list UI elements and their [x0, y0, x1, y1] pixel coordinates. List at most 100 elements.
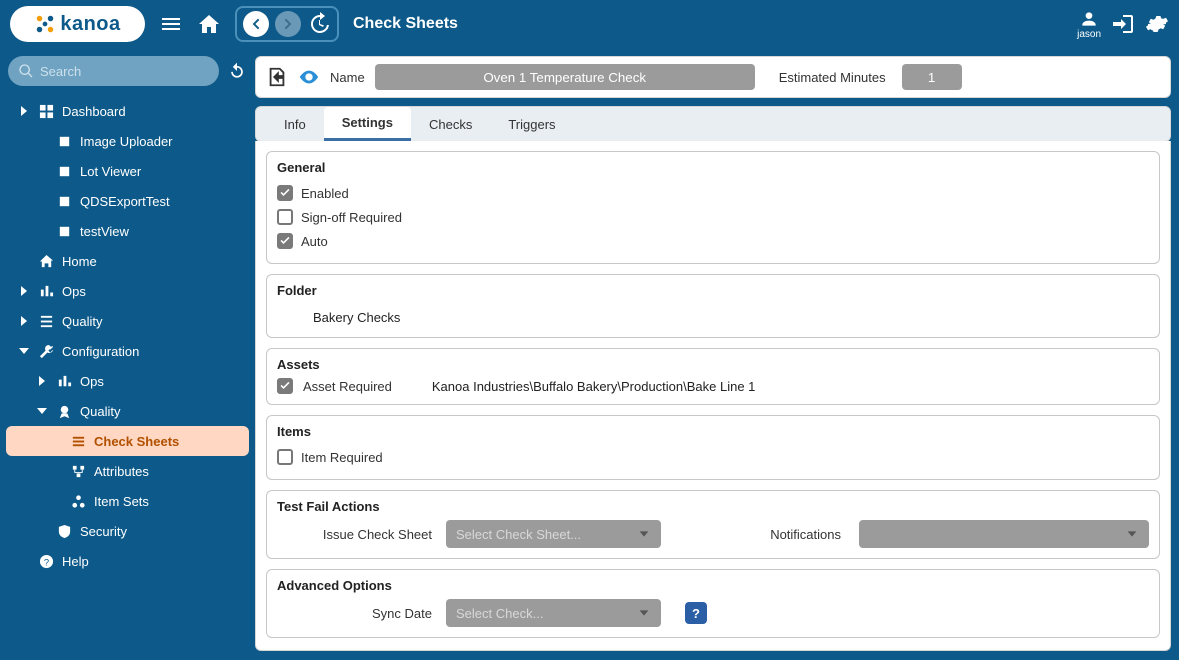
syncdate-label: Sync Date — [277, 606, 432, 621]
issue-label: Issue Check Sheet — [277, 527, 432, 542]
chevron-down-icon — [637, 606, 651, 620]
logo: kanoa — [10, 6, 145, 42]
notifications-select[interactable] — [859, 520, 1149, 548]
dashboard-icon — [38, 103, 54, 119]
attributes-icon — [70, 463, 86, 479]
refresh-icon[interactable] — [227, 61, 247, 81]
tools-icon — [38, 343, 54, 359]
chevron-down-icon — [637, 527, 651, 541]
square-icon — [56, 193, 72, 209]
checksheet-icon — [70, 433, 86, 449]
testfail-title: Test Fail Actions — [277, 499, 1149, 514]
item-required-label: Item Required — [301, 450, 383, 465]
notifications-label: Notifications — [770, 527, 845, 542]
svg-text:?: ? — [43, 557, 48, 567]
logo-text: kanoa — [60, 13, 120, 36]
general-title: General — [277, 160, 1149, 175]
tab-checks[interactable]: Checks — [411, 107, 490, 141]
home-icon[interactable] — [197, 12, 221, 36]
user-menu[interactable]: jason — [1077, 9, 1101, 40]
logo-icon — [34, 13, 56, 35]
issue-checksheet-select[interactable]: Select Check Sheet... — [446, 520, 661, 548]
folder-title: Folder — [277, 283, 1149, 298]
nav-history-group — [235, 6, 339, 42]
sidebar-item-ops[interactable]: Ops — [6, 276, 249, 306]
asset-path: Kanoa Industries\Buffalo Bakery\Producti… — [432, 379, 756, 394]
nav-forward-button[interactable] — [275, 11, 301, 37]
folder-card: Folder Bakery Checks — [266, 274, 1160, 338]
sidebar-item-conf-quality[interactable]: Quality — [6, 396, 249, 426]
syncdate-select[interactable]: Select Check... — [446, 599, 661, 627]
square-icon — [56, 133, 72, 149]
auto-checkbox[interactable] — [277, 233, 293, 249]
eye-icon[interactable] — [298, 66, 320, 88]
syncdate-help-button[interactable]: ? — [685, 602, 707, 624]
est-label: Estimated Minutes — [779, 70, 886, 85]
signoff-checkbox[interactable] — [277, 209, 293, 225]
tabs-bar: Info Settings Checks Triggers — [255, 106, 1171, 142]
ops-icon — [56, 373, 72, 389]
square-icon — [56, 223, 72, 239]
user-name: jason — [1077, 29, 1101, 40]
sidebar-item-quality[interactable]: Quality — [6, 306, 249, 336]
sidebar-item-configuration[interactable]: Configuration — [6, 336, 249, 366]
auto-label: Auto — [301, 234, 328, 249]
gear-icon[interactable] — [1145, 12, 1169, 36]
ops-icon — [38, 283, 54, 299]
sidebar-item-check-sheets[interactable]: Check Sheets — [6, 426, 249, 456]
chevron-down-icon — [1125, 527, 1139, 541]
enabled-checkbox[interactable] — [277, 185, 293, 201]
enabled-label: Enabled — [301, 186, 349, 201]
shield-icon — [56, 523, 72, 539]
search-icon — [18, 63, 34, 79]
person-icon — [1079, 9, 1099, 29]
history-icon[interactable] — [307, 12, 331, 36]
nav-back-button[interactable] — [243, 11, 269, 37]
asset-required-label: Asset Required — [303, 379, 392, 394]
name-label: Name — [330, 70, 365, 85]
folder-value: Bakery Checks — [277, 304, 1149, 327]
sidebar-item-help[interactable]: ?Help — [6, 546, 249, 576]
assets-title: Assets — [277, 357, 1149, 372]
square-icon — [56, 163, 72, 179]
sidebar-item-item-sets[interactable]: Item Sets — [6, 486, 249, 516]
sidebar-item-conf-ops[interactable]: Ops — [6, 366, 249, 396]
tab-info[interactable]: Info — [266, 107, 324, 141]
assets-card: Assets Asset Required Kanoa Industries\B… — [266, 348, 1160, 405]
items-card: Items Item Required — [266, 415, 1160, 480]
settings-panel: General Enabled Sign-off Required Auto F… — [255, 141, 1171, 651]
app-header: kanoa Check Sheets jason — [0, 0, 1179, 48]
sidebar-item-lot-viewer[interactable]: Lot Viewer — [6, 156, 249, 186]
nav-tree: Dashboard Image Uploader Lot Viewer QDSE… — [6, 96, 249, 576]
login-icon[interactable] — [1111, 12, 1135, 36]
name-bar: Name Estimated Minutes — [255, 56, 1171, 98]
sidebar-item-testview[interactable]: testView — [6, 216, 249, 246]
help-icon: ? — [38, 553, 54, 569]
items-title: Items — [277, 424, 1149, 439]
main-area: Name Estimated Minutes Info Settings Che… — [255, 56, 1171, 652]
sidebar-item-qdsexport[interactable]: QDSExportTest — [6, 186, 249, 216]
tab-triggers[interactable]: Triggers — [490, 107, 573, 141]
sidebar-item-security[interactable]: Security — [6, 516, 249, 546]
award-icon — [56, 403, 72, 419]
signoff-label: Sign-off Required — [301, 210, 402, 225]
sidebar-item-home[interactable]: Home — [6, 246, 249, 276]
search-input-wrap[interactable] — [8, 56, 219, 86]
page-title: Check Sheets — [353, 15, 458, 33]
export-icon[interactable] — [266, 66, 288, 88]
advanced-card: Advanced Options Sync Date Select Check.… — [266, 569, 1160, 638]
sidebar: Dashboard Image Uploader Lot Viewer QDSE… — [0, 48, 255, 660]
hamburger-icon[interactable] — [159, 12, 183, 36]
asset-required-checkbox[interactable] — [277, 378, 293, 394]
testfail-card: Test Fail Actions Issue Check Sheet Sele… — [266, 490, 1160, 559]
est-minutes-input[interactable] — [902, 64, 962, 90]
general-card: General Enabled Sign-off Required Auto — [266, 151, 1160, 264]
sidebar-item-image-uploader[interactable]: Image Uploader — [6, 126, 249, 156]
sidebar-item-attributes[interactable]: Attributes — [6, 456, 249, 486]
search-input[interactable] — [40, 64, 190, 79]
tab-settings[interactable]: Settings — [324, 107, 411, 141]
name-input[interactable] — [375, 64, 755, 90]
sidebar-item-dashboard[interactable]: Dashboard — [6, 96, 249, 126]
list-icon — [38, 313, 54, 329]
item-required-checkbox[interactable] — [277, 449, 293, 465]
